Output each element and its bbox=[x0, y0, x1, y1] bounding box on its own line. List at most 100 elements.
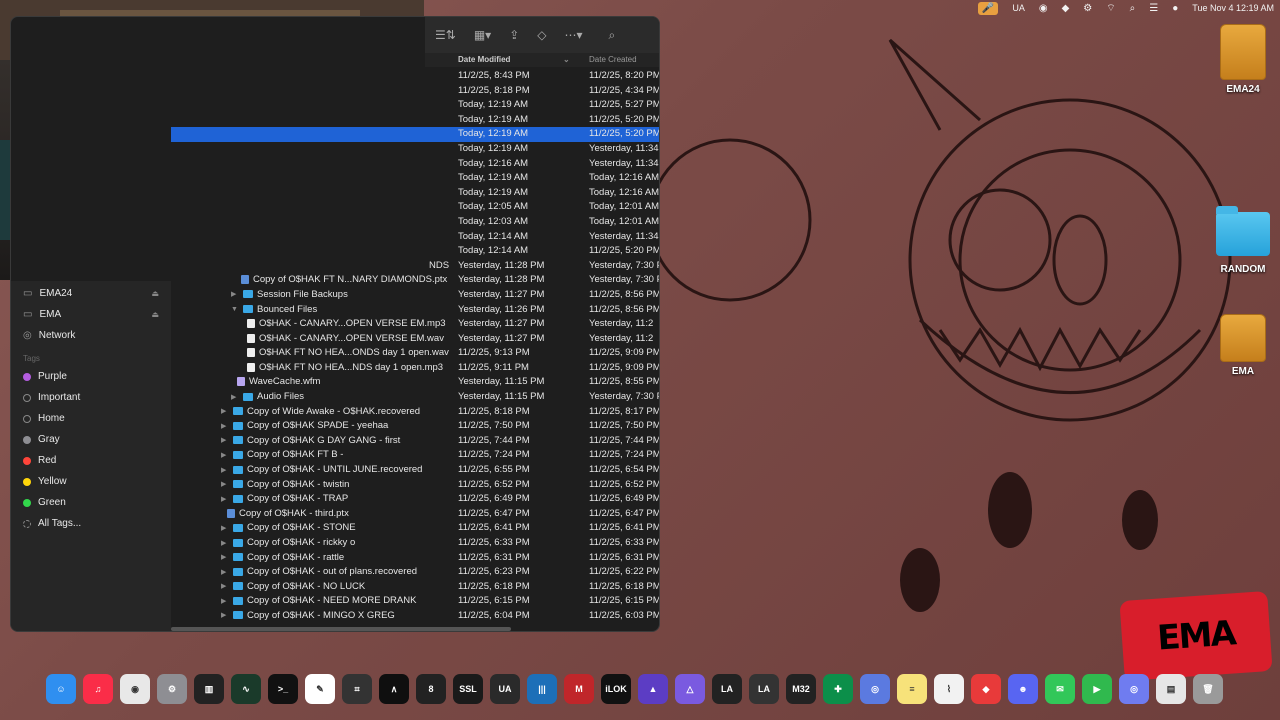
table-row[interactable]: ▶ Session File Backups Yesterday, 11:27 PM… bbox=[171, 288, 659, 303]
table-row[interactable]: ▶ Copy of O$HAK - UNTIL JUNE.recovered 11/… bbox=[171, 463, 659, 478]
table-row[interactable]: ▼ Bounced Files Yesterday, 11:26 PM 11/2/25… bbox=[171, 303, 659, 318]
ableton-app[interactable]: ∧ bbox=[379, 674, 409, 704]
search-icon[interactable]: ⌕ bbox=[1130, 3, 1136, 14]
ua-app[interactable]: UA bbox=[490, 674, 520, 704]
more-icon[interactable]: ⋯▾ bbox=[564, 28, 582, 42]
finder-app[interactable]: ☺ bbox=[46, 674, 76, 704]
desktop-icon-ema24[interactable]: EMA24 bbox=[1208, 24, 1278, 95]
sidebar-tag[interactable]: Purple bbox=[11, 366, 171, 387]
share-icon[interactable]: ⇪ bbox=[509, 28, 519, 42]
disclosure-closed-icon[interactable]: ▶ bbox=[221, 539, 229, 547]
group-icon[interactable]: ▦▾ bbox=[474, 28, 491, 42]
facetime-app[interactable]: ▶ bbox=[1082, 674, 1112, 704]
music-app[interactable]: ♫ bbox=[83, 674, 113, 704]
trash-app[interactable]: 🗑 bbox=[1193, 674, 1223, 704]
table-row[interactable]: ▶ Copy of O$HAK - NEED MORE DRANK 11/2/25,… bbox=[171, 594, 659, 609]
siri-icon[interactable]: ● bbox=[1172, 3, 1178, 14]
table-row[interactable]: ▶ Copy of O$HAK - NO LUCK 11/2/25, 6:18 PM… bbox=[171, 580, 659, 595]
table-row[interactable]: ▶ Copy of O$HAK - rattle 11/2/25, 6:31 PM 1… bbox=[171, 551, 659, 566]
la-app[interactable]: LA bbox=[712, 674, 742, 704]
table-row[interactable]: ▶ Copy of O$HAK - twistin 11/2/25, 6:52 PM… bbox=[171, 478, 659, 493]
extension-icon[interactable]: ⚙ bbox=[1083, 3, 1092, 14]
table-row[interactable]: Copy of O$HAK FT N...NARY DIAMONDS.ptx Ye… bbox=[171, 273, 659, 288]
disclosure-closed-icon[interactable]: ▶ bbox=[221, 407, 229, 415]
desktop-icon-random[interactable]: RANDOM bbox=[1208, 206, 1278, 275]
disclosure-closed-icon[interactable]: ▶ bbox=[221, 466, 229, 474]
table-row[interactable]: ▶ Copy of O$HAK - TRAP 11/2/25, 6:49 PM 11/… bbox=[171, 492, 659, 507]
column-date-modified[interactable]: Date Modified bbox=[458, 55, 510, 64]
disclosure-closed-icon[interactable]: ▶ bbox=[221, 422, 229, 430]
preview-app[interactable]: ▤ bbox=[1156, 674, 1186, 704]
table-row[interactable]: ▶ Copy of O$HAK FT B - 11/2/25, 7:24 PM 11/… bbox=[171, 448, 659, 463]
sort-chevron-icon[interactable]: ⌄ bbox=[563, 55, 570, 64]
tag-icon[interactable]: ◇ bbox=[537, 28, 546, 42]
screen-app[interactable]: ◎ bbox=[860, 674, 890, 704]
table-row[interactable]: ▶ Copy of O$HAK - rickky o 11/2/25, 6:33 P… bbox=[171, 536, 659, 551]
sidebar-tag[interactable]: All Tags... bbox=[11, 513, 171, 534]
sidebar-tag[interactable]: Green bbox=[11, 492, 171, 513]
disclosure-closed-icon[interactable]: ▶ bbox=[221, 568, 229, 576]
table-row[interactable]: Today, 12:19 AM 11/2/25, 5:27 PM bbox=[171, 98, 659, 113]
desktop-icon-ema[interactable]: EMA bbox=[1208, 314, 1278, 377]
table-row[interactable]: 11/2/25, 8:43 PM 11/2/25, 8:20 PM bbox=[171, 69, 659, 84]
table-row[interactable]: Today, 12:19 AM 11/2/25, 5:20 PM bbox=[171, 113, 659, 128]
table-row[interactable]: ▶ Copy of O$HAK - MINGO X GREG 11/2/25, 6:… bbox=[171, 609, 659, 624]
table-row[interactable]: O$HAK FT NO HEA...NDS day 1 open.mp3 11/2… bbox=[171, 361, 659, 376]
disclosure-closed-icon[interactable]: ▶ bbox=[221, 524, 229, 532]
disclosure-closed-icon[interactable]: ▶ bbox=[221, 611, 229, 619]
disclosure-closed-icon[interactable]: ▶ bbox=[221, 495, 229, 503]
table-row[interactable]: O$HAK FT NO HEA...ONDS day 1 open.wav 11/… bbox=[171, 346, 659, 361]
disclosure-closed-icon[interactable]: ▶ bbox=[221, 597, 229, 605]
plugin-app[interactable]: ✚ bbox=[823, 674, 853, 704]
disclosure-closed-icon[interactable]: ▶ bbox=[221, 553, 229, 561]
table-row[interactable]: Today, 12:19 AM 11/2/25, 5:20 PM bbox=[171, 127, 659, 142]
disclosure-closed-icon[interactable]: ▶ bbox=[221, 451, 229, 459]
discord-app[interactable]: ☻ bbox=[1008, 674, 1038, 704]
table-row[interactable]: Today, 12:05 AM Today, 12:01 AM bbox=[171, 200, 659, 215]
activity-app[interactable]: ⌇ bbox=[934, 674, 964, 704]
table-row[interactable]: Today, 12:19 AM Yesterday, 11:34 bbox=[171, 142, 659, 157]
terminal-app[interactable]: >_ bbox=[268, 674, 298, 704]
horizontal-scrollbar[interactable] bbox=[171, 627, 511, 631]
table-row[interactable]: Today, 12:19 AM Today, 12:16 AM bbox=[171, 171, 659, 186]
disclosure-closed-icon[interactable]: ▶ bbox=[231, 290, 239, 298]
table-row[interactable]: Copy of O$HAK - third.ptx 11/2/25, 6:47 P… bbox=[171, 507, 659, 522]
piano-app[interactable]: ▥ bbox=[194, 674, 224, 704]
sidebar-tag[interactable]: Home bbox=[11, 408, 171, 429]
disclosure-closed-icon[interactable]: ▶ bbox=[221, 480, 229, 488]
sidebar-tag[interactable]: Yellow bbox=[11, 471, 171, 492]
wifi-icon[interactable]: ⌔ bbox=[1106, 2, 1115, 15]
arturia-app[interactable]: ▲ bbox=[638, 674, 668, 704]
num-app[interactable]: 8 bbox=[416, 674, 446, 704]
table-row[interactable]: ▶ Audio Files Yesterday, 11:15 PM Yesterday… bbox=[171, 390, 659, 405]
chrome-app[interactable]: ◉ bbox=[120, 674, 150, 704]
menubar-clock[interactable]: Tue Nov 4 12:19 AM bbox=[1192, 3, 1274, 13]
notes-app[interactable]: ≡ bbox=[897, 674, 927, 704]
table-row[interactable]: Today, 12:16 AM Yesterday, 11:34 bbox=[171, 157, 659, 172]
system-settings-app[interactable]: ⚙ bbox=[157, 674, 187, 704]
pen-app[interactable]: ✎ bbox=[305, 674, 335, 704]
crop-app[interactable]: ⌗ bbox=[342, 674, 372, 704]
ssl-app[interactable]: SSL bbox=[453, 674, 483, 704]
eject-icon[interactable]: ⏏ bbox=[151, 310, 159, 319]
microphone-icon[interactable]: 🎤 bbox=[977, 1, 999, 15]
disclosure-open-icon[interactable]: ▼ bbox=[231, 306, 239, 313]
disclosure-closed-icon[interactable]: ▶ bbox=[221, 582, 229, 590]
table-row[interactable]: O$HAK - CANARY...OPEN VERSE EM.mp3 Yester… bbox=[171, 317, 659, 332]
search-icon[interactable]: ⌕ bbox=[609, 28, 616, 43]
sidebar-location[interactable]: ◎ Network bbox=[11, 325, 171, 346]
table-row[interactable]: Today, 12:19 AM Today, 12:16 AM bbox=[171, 186, 659, 201]
vpn-icon[interactable]: ◆ bbox=[1062, 3, 1070, 14]
menubar-ua[interactable]: UA bbox=[1012, 3, 1025, 13]
table-row[interactable]: 11/2/25, 8:18 PM 11/2/25, 4:34 PM bbox=[171, 84, 659, 99]
table-row[interactable]: WaveCache.wfm Yesterday, 11:15 PM 11/2/25,… bbox=[171, 375, 659, 390]
control-center-icon[interactable]: ☰ bbox=[1149, 3, 1158, 14]
analog-lab-app[interactable]: △ bbox=[675, 674, 705, 704]
table-row[interactable]: ▶ Copy of Wide Awake - O$HAK.recovered 11/… bbox=[171, 405, 659, 420]
table-row[interactable]: Today, 12:14 AM Yesterday, 11:34 bbox=[171, 230, 659, 245]
waveform-app[interactable]: ∿ bbox=[231, 674, 261, 704]
control-icon[interactable]: ◉ bbox=[1039, 3, 1048, 14]
view-list-icon[interactable]: ☰⇅ bbox=[435, 28, 456, 42]
table-row[interactable]: ▶ Copy of O$HAK SPADE - yeehaa 11/2/25, 7:… bbox=[171, 419, 659, 434]
sidebar-location[interactable]: ▭ EMA24 ⏏ bbox=[11, 283, 171, 304]
